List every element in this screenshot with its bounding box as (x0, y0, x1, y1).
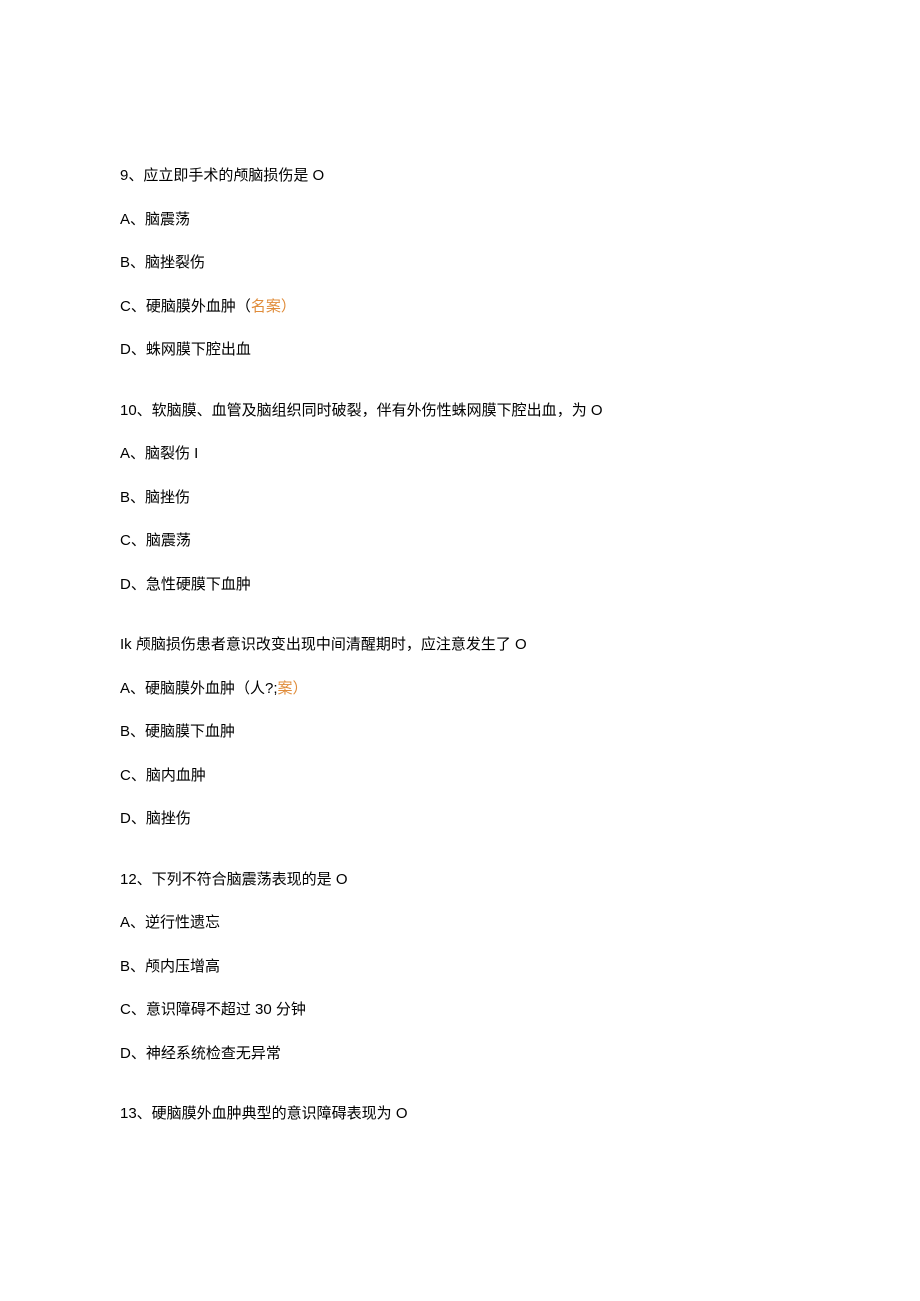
question-10: 10、软脑膜、血管及脑组织同时破裂，伴有外伤性蛛网膜下腔出血，为 O A、脑裂伤… (120, 400, 800, 597)
option-d: D、蛛网膜下腔出血 (120, 339, 800, 362)
question-stem: Ik 颅脑损伤患者意识改变出现中间清醒期时，应注意发生了 O (120, 634, 800, 657)
option-a-prefix: A、硬脑膜外血肿（人?; (120, 680, 278, 697)
question-12: 12、下列不符合脑震荡表现的是 O A、逆行性遗忘 B、颅内压增高 C、意识障碍… (120, 869, 800, 1066)
option-b: B、颅内压增高 (120, 956, 800, 979)
option-d: D、脑挫伤 (120, 808, 800, 831)
question-stem: 13、硬脑膜外血肿典型的意识障碍表现为 O (120, 1103, 800, 1126)
answer-mark: 案） (278, 680, 308, 697)
option-a: A、硬脑膜外血肿（人?;案） (120, 678, 800, 701)
option-a: A、逆行性遗忘 (120, 912, 800, 935)
option-d: D、急性硬膜下血肿 (120, 574, 800, 597)
question-13: 13、硬脑膜外血肿典型的意识障碍表现为 O (120, 1103, 800, 1126)
answer-mark: 名案） (251, 298, 296, 315)
option-c: C、脑内血肿 (120, 765, 800, 788)
question-9: 9、应立即手术的颅脑损伤是 O A、脑震荡 B、脑挫裂伤 C、硬脑膜外血肿（名案… (120, 165, 800, 362)
option-b: B、脑挫伤 (120, 487, 800, 510)
option-c: C、硬脑膜外血肿（名案） (120, 296, 800, 319)
question-stem: 12、下列不符合脑震荡表现的是 O (120, 869, 800, 892)
option-c: C、意识障碍不超过 30 分钟 (120, 999, 800, 1022)
option-c-prefix: C、硬脑膜外血肿（ (120, 298, 251, 315)
option-a: A、脑震荡 (120, 209, 800, 232)
question-stem: 10、软脑膜、血管及脑组织同时破裂，伴有外伤性蛛网膜下腔出血，为 O (120, 400, 800, 423)
option-b: B、脑挫裂伤 (120, 252, 800, 275)
question-11: Ik 颅脑损伤患者意识改变出现中间清醒期时，应注意发生了 O A、硬脑膜外血肿（… (120, 634, 800, 831)
option-c: C、脑震荡 (120, 530, 800, 553)
option-b: B、硬脑膜下血肿 (120, 721, 800, 744)
option-a: A、脑裂伤 I (120, 443, 800, 466)
option-d: D、神经系统检查无异常 (120, 1043, 800, 1066)
question-stem: 9、应立即手术的颅脑损伤是 O (120, 165, 800, 188)
